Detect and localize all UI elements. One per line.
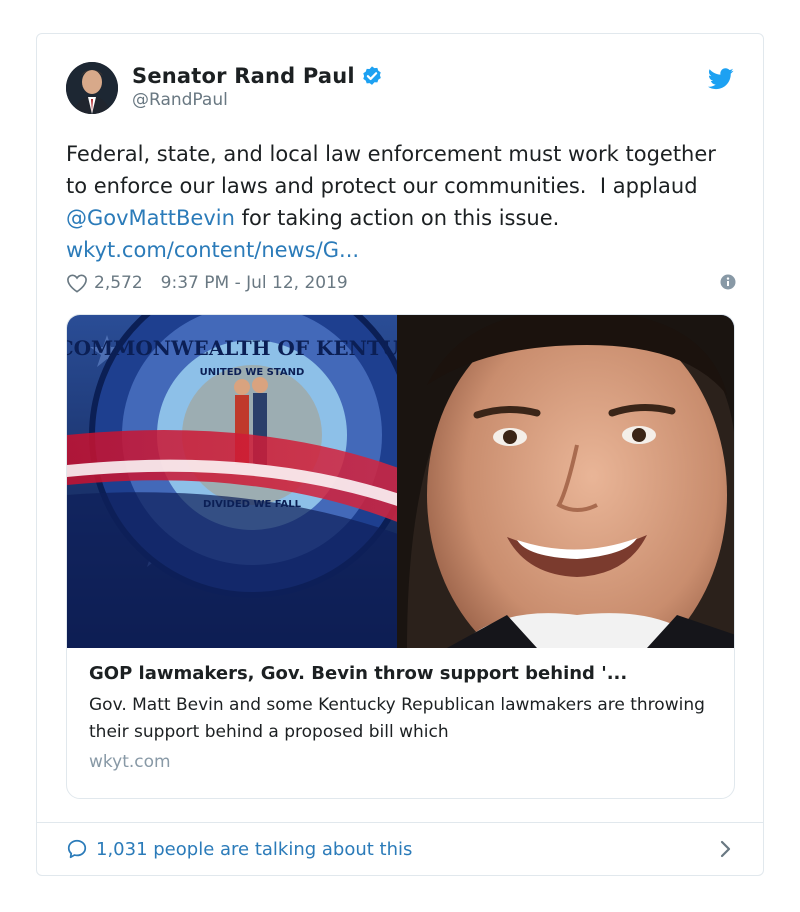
avatar[interactable] — [66, 62, 118, 114]
info-icon[interactable] — [720, 274, 736, 290]
twitter-bird-icon[interactable] — [708, 68, 734, 90]
tweet-meta: 2,572 9:37 PM - Jul 12, 2019 — [66, 270, 736, 296]
chevron-right-icon[interactable] — [720, 840, 732, 858]
url-link[interactable]: wkyt.com/content/news/G... — [66, 238, 359, 262]
author-names: Senator Rand Paul @RandPaul — [132, 64, 383, 110]
mention-link[interactable]: @GovMattBevin — [66, 206, 235, 230]
speech-bubble-icon — [67, 839, 87, 859]
heart-icon[interactable] — [66, 273, 88, 293]
embedded-tweet-card: Senator Rand Paul @RandPaul Federal, sta… — [36, 33, 764, 876]
tweet-text-part: for taking action on this issue. — [234, 206, 566, 230]
handle[interactable]: @RandPaul — [132, 90, 383, 110]
card-image[interactable]: COMMONWEALTH OF KENTUCKY UNITED WE STAND… — [67, 315, 735, 648]
card-domain: wkyt.com — [89, 752, 171, 772]
tweet-header: Senator Rand Paul @RandPaul — [66, 62, 736, 118]
tweet-text: Federal, state, and local law enforcemen… — [66, 138, 716, 266]
seal-inner-text: DIVIDED WE FALL — [203, 499, 302, 510]
card-body: GOP lawmakers, Gov. Bevin throw support … — [89, 663, 714, 772]
seal-text: COMMONWEALTH OF KENTUCKY — [67, 336, 447, 360]
footer-divider — [37, 822, 763, 823]
conversation-footer[interactable]: 1,031 people are talking about this — [66, 834, 736, 864]
like-count[interactable]: 2,572 — [94, 273, 143, 293]
seal-inner-text: UNITED WE STAND — [200, 367, 305, 378]
tweet-text-part: Federal, state, and local law enforcemen… — [66, 142, 723, 198]
talking-count[interactable]: 1,031 people are talking about this — [96, 839, 412, 860]
verified-badge-icon — [363, 66, 381, 85]
link-preview-card[interactable]: COMMONWEALTH OF KENTUCKY UNITED WE STAND… — [66, 314, 735, 799]
card-description: Gov. Matt Bevin and some Kentucky Republ… — [89, 695, 705, 742]
display-name-text[interactable]: Senator Rand Paul — [132, 64, 355, 88]
card-title[interactable]: GOP lawmakers, Gov. Bevin throw support … — [89, 663, 714, 684]
display-name[interactable]: Senator Rand Paul — [132, 64, 383, 88]
timestamp[interactable]: 9:37 PM - Jul 12, 2019 — [161, 273, 348, 293]
